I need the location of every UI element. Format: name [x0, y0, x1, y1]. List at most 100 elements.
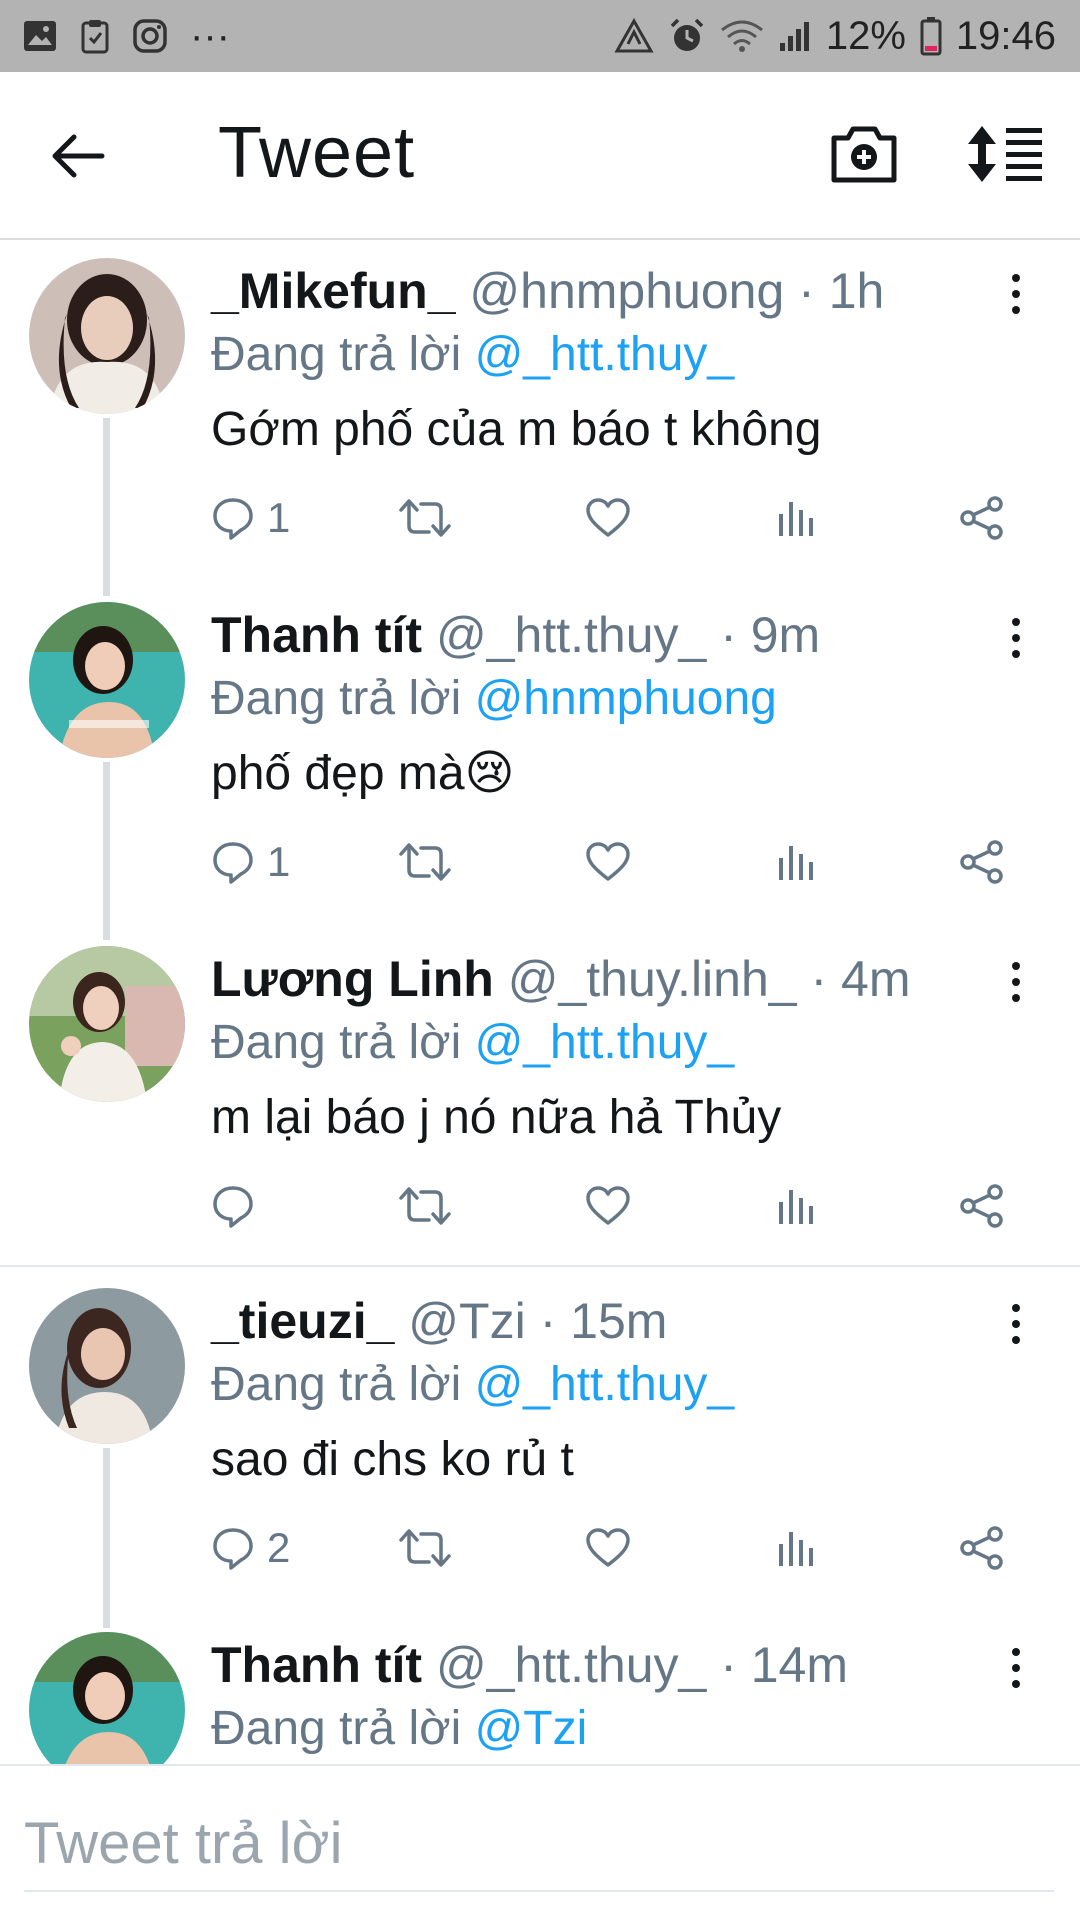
replying-to-label: Đang trả lời — [211, 328, 475, 381]
top-app-bar: Tweet — [0, 72, 1080, 240]
more-options-icon[interactable] — [1005, 616, 1027, 660]
analytics-button[interactable] — [775, 832, 815, 892]
mention-link[interactable]: @Tzi — [475, 1702, 588, 1755]
replying-to: Đang trả lời @hnmphuong — [211, 666, 1011, 732]
tweet-header: Thanh tít @_htt.thuy_ · 9m — [211, 604, 1011, 666]
share-button[interactable] — [959, 1176, 1005, 1236]
status-bar-right: 12% 19:46 — [614, 14, 1056, 59]
author-name[interactable]: Thanh tít — [211, 607, 422, 663]
sort-replies-button[interactable] — [966, 124, 1046, 189]
retweet-button[interactable] — [397, 1518, 453, 1578]
avatar[interactable] — [29, 258, 185, 414]
more-notifications-indicator: ··· — [190, 13, 230, 58]
tweet[interactable]: Thanh tít @_htt.thuy_ · 9m Đang trả lời … — [0, 584, 1080, 928]
retweet-button[interactable] — [397, 1176, 453, 1236]
analytics-icon — [779, 502, 813, 536]
tweet-header: _tieuzi_ @Tzi · 15m — [211, 1290, 1011, 1352]
tweet-body: Thanh tít @_htt.thuy_ · 14m Đang trả lời… — [211, 1634, 1011, 1762]
tweet-body: Thanh tít @_htt.thuy_ · 9m Đang trả lời … — [211, 604, 1011, 810]
reply-button[interactable]: 1 — [211, 832, 290, 892]
retweet-icon — [399, 1187, 451, 1225]
reply-icon — [213, 498, 253, 540]
tweet[interactable]: Lương Linh @_thuy.linh_ · 4m Đang trả lờ… — [0, 928, 1080, 1272]
tweet[interactable]: Thanh tít @_htt.thuy_ · 14m Đang trả lời… — [0, 1614, 1080, 1764]
author-name[interactable]: _Mikefun_ — [211, 263, 456, 319]
like-button[interactable] — [585, 1176, 631, 1236]
avatar[interactable] — [29, 946, 185, 1102]
reply-button[interactable]: 2 — [211, 1518, 290, 1578]
analytics-button[interactable] — [775, 488, 815, 548]
reply-count: 1 — [267, 838, 291, 885]
reply-thread: _Mikefun_ @hnmphuong · 1h Đang trả lời @… — [0, 240, 1080, 1764]
tweet-body: _Mikefun_ @hnmphuong · 1h Đang trả lời @… — [211, 260, 1011, 466]
mention-link[interactable]: @_htt.thuy_ — [475, 328, 735, 381]
share-icon — [960, 496, 1003, 540]
share-button[interactable] — [959, 832, 1005, 892]
share-icon — [960, 1184, 1003, 1228]
author-handle-time: @_htt.thuy_ · 14m — [422, 1637, 849, 1693]
more-options-icon[interactable] — [1005, 1646, 1027, 1690]
mention-link[interactable]: @_htt.thuy_ — [475, 1358, 735, 1411]
heart-icon — [586, 842, 630, 881]
author-name[interactable]: Lương Linh — [211, 951, 494, 1007]
author-name[interactable]: Thanh tít — [211, 1637, 422, 1693]
instagram-icon — [132, 18, 168, 54]
camera-button[interactable] — [828, 120, 900, 191]
heart-icon — [586, 1186, 630, 1225]
reply-icon — [213, 1186, 253, 1228]
more-options-icon[interactable] — [1005, 272, 1027, 316]
share-button[interactable] — [959, 488, 1005, 548]
author-handle-time: @Tzi · 15m — [394, 1293, 668, 1349]
status-bar: ··· 12% 19:46 — [0, 0, 1080, 72]
analytics-button[interactable] — [775, 1518, 815, 1578]
replying-to: Đang trả lời @Tzi — [211, 1696, 1011, 1762]
reply-input[interactable] — [24, 1796, 1054, 1892]
share-button[interactable] — [959, 1518, 1005, 1578]
retweet-button[interactable] — [397, 832, 453, 892]
tweet-actions: 1 — [211, 488, 1031, 548]
author-handle-time: @hnmphuong · 1h — [455, 263, 885, 319]
replying-to: Đang trả lời @_htt.thuy_ — [211, 322, 1011, 388]
back-button[interactable] — [50, 126, 120, 186]
avatar[interactable] — [29, 602, 185, 758]
author-handle-time: @_thuy.linh_ · 4m — [493, 951, 911, 1007]
replying-to-label: Đang trả lời — [211, 672, 475, 725]
analytics-button[interactable] — [775, 1176, 815, 1236]
retweet-button[interactable] — [397, 488, 453, 548]
tweet[interactable]: _tieuzi_ @Tzi · 15m Đang trả lời @_htt.t… — [0, 1270, 1080, 1614]
like-button[interactable] — [585, 832, 631, 892]
tweet-actions: 2 — [211, 1518, 1031, 1578]
avatar[interactable] — [29, 1288, 185, 1444]
heart-icon — [586, 1528, 630, 1567]
tweet[interactable]: _Mikefun_ @hnmphuong · 1h Đang trả lời @… — [0, 240, 1080, 584]
retweet-icon — [399, 1529, 451, 1567]
gallery-icon — [22, 19, 58, 53]
replying-to: Đang trả lời @_htt.thuy_ — [211, 1352, 1011, 1418]
like-button[interactable] — [585, 1518, 631, 1578]
replying-to-label: Đang trả lời — [211, 1358, 475, 1411]
reply-button[interactable] — [211, 1176, 267, 1236]
share-icon — [960, 840, 1003, 884]
heart-icon — [586, 498, 630, 537]
like-button[interactable] — [585, 488, 631, 548]
tweet-header: Lương Linh @_thuy.linh_ · 4m — [211, 948, 1011, 1010]
tweet-body: Lương Linh @_thuy.linh_ · 4m Đang trả lờ… — [211, 948, 1011, 1154]
clock: 19:46 — [955, 13, 1056, 58]
replying-to-label: Đang trả lời — [211, 1702, 475, 1755]
tweet-body: _tieuzi_ @Tzi · 15m Đang trả lời @_htt.t… — [211, 1290, 1011, 1496]
clipboard-icon — [80, 18, 110, 54]
more-options-icon[interactable] — [1005, 1302, 1027, 1346]
mention-link[interactable]: @_htt.thuy_ — [475, 1016, 735, 1069]
avatar[interactable] — [29, 1632, 185, 1764]
sort-icon — [968, 126, 1042, 182]
reply-button[interactable]: 1 — [211, 488, 290, 548]
author-name[interactable]: _tieuzi_ — [211, 1293, 394, 1349]
wifi-icon — [720, 18, 764, 54]
mention-link[interactable]: @hnmphuong — [475, 672, 777, 725]
tweet-text: phố đẹp mà😢 — [211, 747, 515, 800]
reply-count: 1 — [267, 494, 291, 541]
more-options-icon[interactable] — [1005, 960, 1027, 1004]
reply-icon — [213, 842, 253, 884]
author-handle-time: @_htt.thuy_ · 9m — [422, 607, 821, 663]
retweet-icon — [399, 499, 451, 537]
